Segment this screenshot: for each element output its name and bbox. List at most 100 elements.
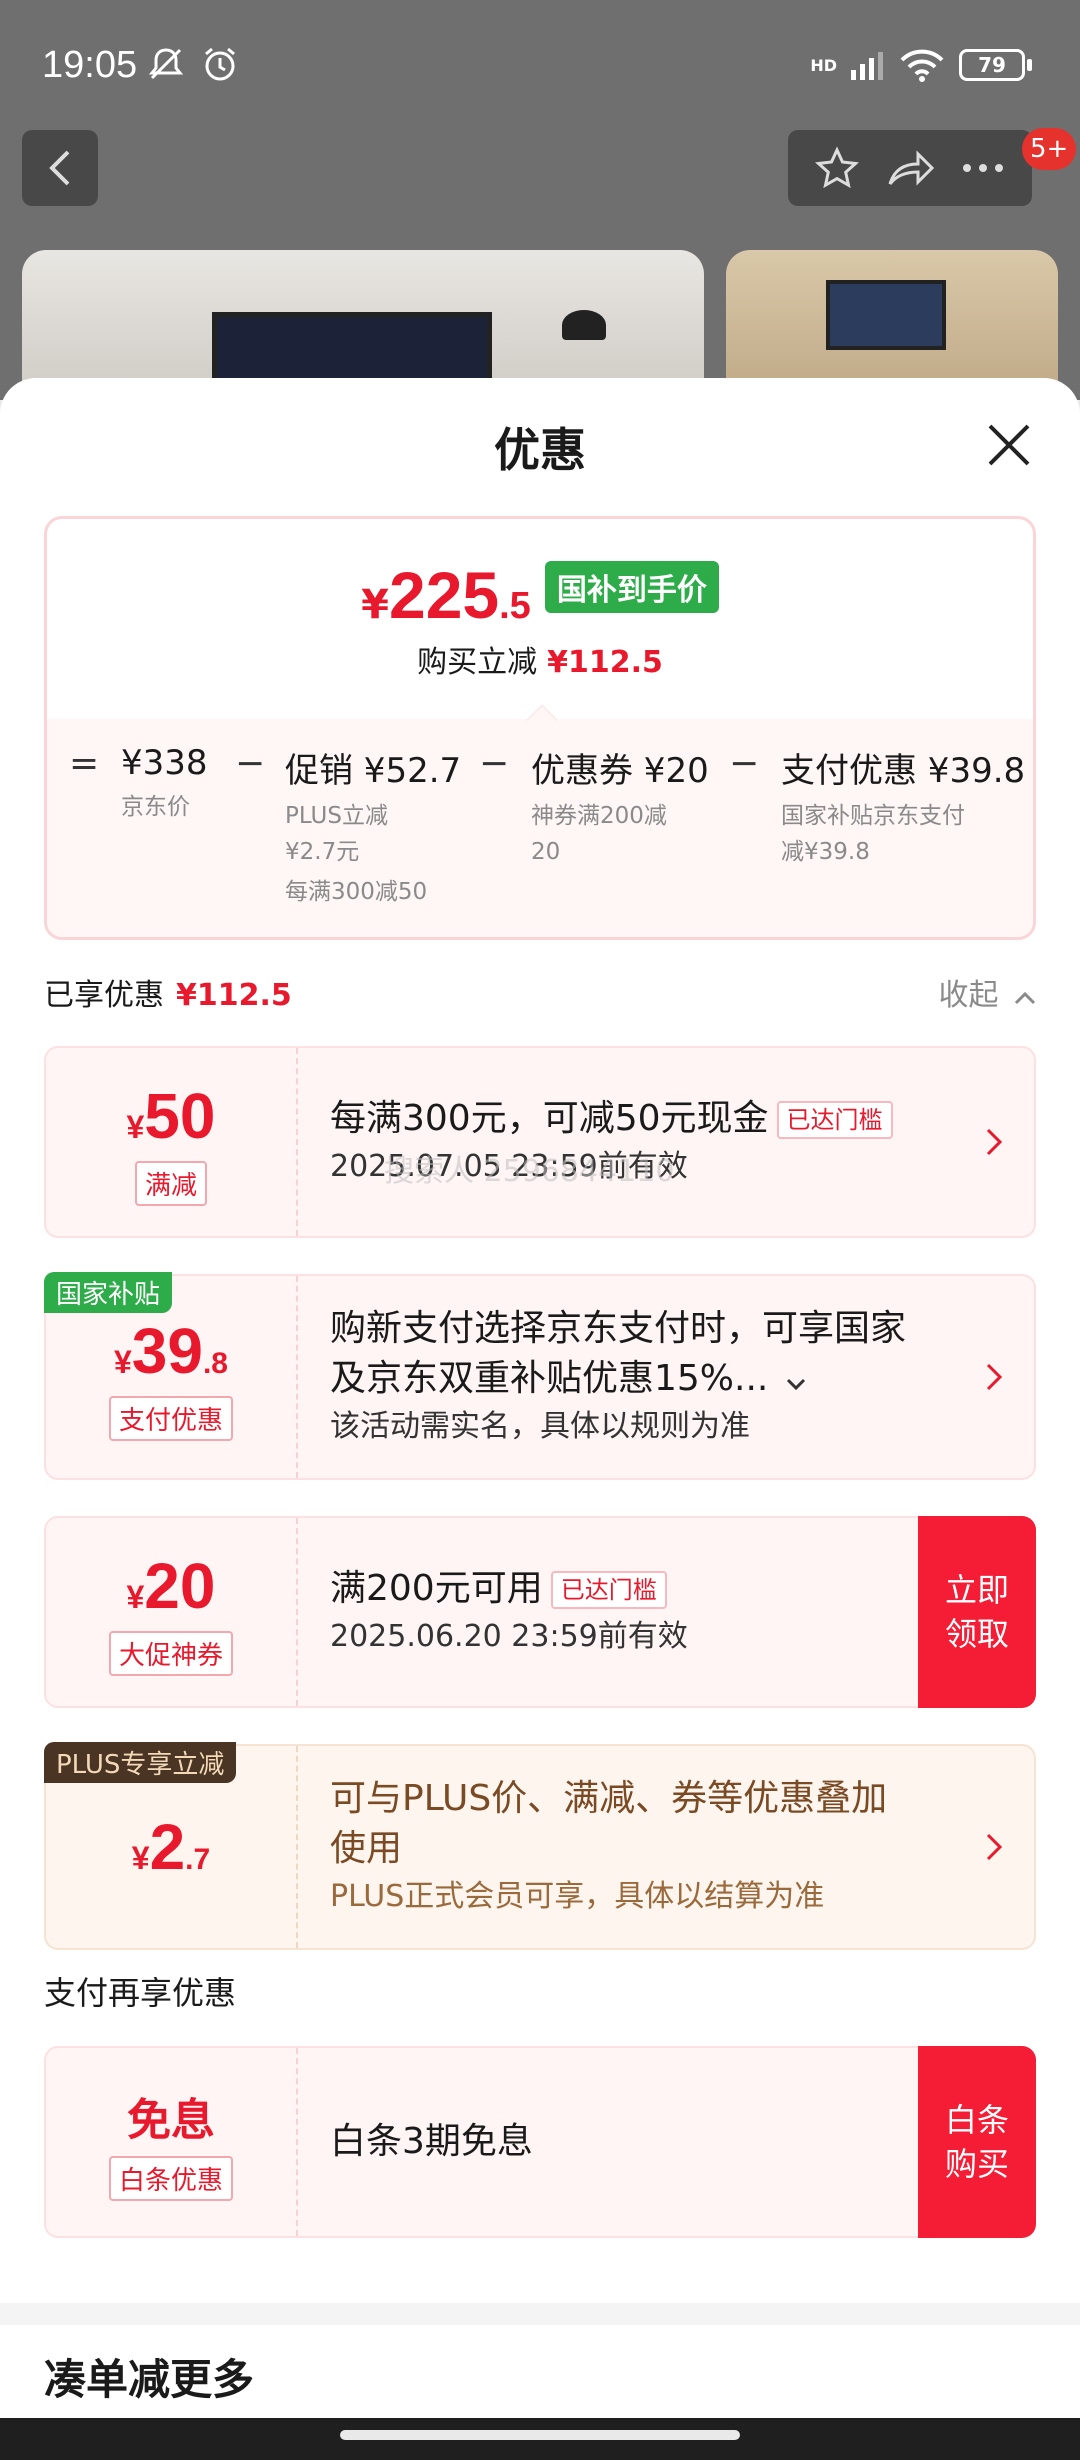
chevron-left-icon — [49, 150, 70, 186]
home-indicator[interactable] — [340, 2430, 740, 2440]
status-bar: 19:05 HD 79 — [0, 0, 1080, 130]
coupon-card-national-subsidy[interactable]: ¥39.8 支付优惠 国家补贴 购新支付选择京东支付时，可享国家 及京东双重补贴… — [44, 1272, 1036, 1480]
national-subsidy-tag: 国补到手价 — [544, 561, 719, 613]
coupon-value: 优惠券 ¥20 — [531, 751, 709, 791]
status-time: 19:05 — [42, 44, 138, 86]
battery-tip — [1027, 59, 1032, 71]
promo-value: 促销 ¥52.7 — [285, 751, 462, 791]
favorite-star-icon[interactable] — [815, 146, 860, 190]
payment-value: 支付优惠 ¥39.8 — [781, 751, 1026, 791]
coupon-type: 满减 — [134, 1160, 207, 1206]
saving-amount: ¥112.5 — [547, 645, 663, 680]
coupon-amount: ¥50 — [127, 1079, 216, 1153]
final-price-int: 225 — [389, 558, 500, 632]
wifi-icon — [900, 49, 944, 82]
discount-sheet: 优惠 ¥ 225 .5 国补到手价 购买立减 ¥112.5 = ¥338 京东价 … — [0, 378, 1080, 2418]
coupon-title-line2: 使用 — [330, 1828, 403, 1869]
coupon-validity: 2025.06.20 23:59前有效 — [330, 1619, 688, 1654]
enjoyed-discount-row: 已享优惠 ¥112.5 收起 — [44, 970, 1036, 1020]
chevron-right-icon — [986, 1363, 1003, 1391]
claim-coupon-button[interactable]: 立即 领取 — [918, 1516, 1036, 1708]
close-icon[interactable] — [984, 420, 1034, 470]
promo-sub-plus: PLUS立减 — [285, 803, 388, 829]
formula-payment: 支付优惠 ¥39.8 国家补贴京东支付 减¥39.8 — [781, 743, 1025, 870]
coupon-card-plus[interactable]: ¥2.7 PLUS专享立减 可与PLUS价、满减、券等优惠叠加 使用 PLUS正… — [44, 1742, 1036, 1950]
baitiao-offer-card: 免息 白条优惠 白条3期免息 白条 购买 — [44, 2046, 1036, 2238]
coupon-title: 每满300元，可减50元现金 已达门槛 — [330, 1094, 893, 1144]
yen-symbol: ¥ — [126, 1578, 145, 1615]
enjoyed-amount: ¥112.5 — [176, 978, 292, 1013]
yen-symbol: ¥ — [113, 1343, 132, 1380]
price-breakdown-card: ¥ 225 .5 国补到手价 购买立减 ¥112.5 = ¥338 京东价 − 促… — [44, 516, 1036, 940]
baitiao-title: 白条3期免息 — [330, 2121, 533, 2162]
battery-indicator: 79 — [959, 49, 1025, 81]
network-type-label: HD — [810, 55, 837, 75]
minus-sign: − — [729, 743, 760, 784]
coupon-type: 大促神券 — [108, 1630, 233, 1676]
coupon-card-full-reduction[interactable]: ¥50 满减 每满300元，可减50元现金 已达门槛 2025.07.05 23:… — [44, 1046, 1036, 1238]
chevron-up-icon — [1014, 991, 1036, 1005]
top-actions — [788, 130, 1032, 206]
amount-value: 2 — [149, 1811, 186, 1883]
saving-label: 购买立减 — [417, 645, 538, 680]
baitiao-buy-button[interactable]: 白条 购买 — [918, 2046, 1036, 2238]
equals-sign: = — [69, 743, 100, 784]
coupon-title-line1: 购新支付选择京东支付时，可享国家 — [330, 1308, 907, 1349]
buy-label-line1: 白条 — [944, 2101, 1009, 2139]
bundle-more-title: 凑单减更多 — [44, 2355, 255, 2404]
coupon-sub-amount: 20 — [531, 839, 561, 865]
minus-sign: − — [235, 743, 266, 784]
amount-value: 50 — [144, 1079, 216, 1152]
instant-saving: 购买立减 ¥112.5 — [47, 637, 1033, 681]
formula-jd-price: ¥338 京东价 — [121, 743, 208, 825]
formula-promo: 促销 ¥52.7 PLUS立减 ¥2.7元 每满300减50 — [285, 743, 461, 910]
price-formula: = ¥338 京东价 − 促销 ¥52.7 PLUS立减 ¥2.7元 每满300… — [47, 719, 1033, 937]
gesture-bar — [0, 2418, 1080, 2460]
yen-symbol: ¥ — [126, 1108, 145, 1145]
enjoyed-label: 已享优惠 — [44, 978, 164, 1013]
signal-icon — [851, 52, 883, 80]
collapse-label: 收起 — [938, 978, 999, 1013]
amount-decimal: .8 — [202, 1346, 228, 1380]
mute-bell-icon — [148, 48, 184, 80]
final-price: ¥ 225 .5 国补到手价 — [47, 557, 1033, 633]
coupon-note: PLUS正式会员可享，具体以结算为准 — [330, 1879, 825, 1914]
back-button[interactable] — [22, 130, 98, 206]
more-icon[interactable] — [961, 162, 1005, 174]
coupon-amount: ¥2.7 — [132, 1810, 210, 1884]
final-price-dec: .5 — [499, 585, 531, 627]
payment-sub-amount: 减¥39.8 — [781, 839, 870, 865]
coupon-amount: ¥39.8 — [114, 1314, 228, 1388]
chevron-down-icon — [786, 1378, 805, 1391]
pay-section-title: 支付再享优惠 — [44, 1974, 237, 2012]
coupon-note: 该活动需实名，具体以规则为准 — [330, 1409, 750, 1444]
coupon-amount: ¥20 — [127, 1549, 216, 1623]
amount-value: 39 — [131, 1314, 203, 1387]
coupon-type: 支付优惠 — [108, 1395, 233, 1441]
minus-sign: − — [479, 743, 510, 784]
coupon-sub-rule: 神券满200减 — [531, 803, 667, 829]
promo-sub-amount: ¥2.7元 — [285, 839, 360, 865]
collapse-toggle[interactable]: 收起 — [938, 970, 1036, 1014]
section-divider — [0, 2303, 1080, 2325]
jd-price-label: 京东价 — [121, 794, 190, 820]
coupon-card-mega-coupon: ¥20 大促神券 满200元可用 已达门槛 2025.06.20 23:59前有效… — [44, 1516, 1036, 1708]
coupon-title-text: 每满300元，可减50元现金 — [330, 1098, 769, 1139]
claim-label-line2: 领取 — [944, 1615, 1009, 1653]
coupon-type: 白条优惠 — [108, 2155, 233, 2201]
formula-coupon: 优惠券 ¥20 神券满200减 20 — [531, 743, 709, 870]
amount-value: 20 — [144, 1549, 216, 1622]
claim-label-line1: 立即 — [944, 1571, 1009, 1609]
coupon-title-line2[interactable]: 及京东双重补贴优惠15%... — [330, 1354, 906, 1404]
share-icon[interactable] — [886, 148, 934, 188]
chevron-right-icon — [986, 1128, 1003, 1156]
buy-label-line2: 购买 — [944, 2145, 1009, 2183]
message-badge: 5+ — [1022, 128, 1077, 170]
threshold-badge: 已达门槛 — [550, 1571, 667, 1609]
payment-sub-rule: 国家补贴京东支付 — [781, 803, 965, 829]
yen-symbol: ¥ — [131, 1840, 150, 1876]
final-price-yen: ¥ — [361, 582, 389, 628]
coupon-title-line2-text: 及京东双重补贴优惠15%... — [330, 1358, 769, 1399]
promo-sub-rule: 每满300减50 — [285, 879, 428, 905]
amount-decimal: .7 — [185, 1843, 211, 1876]
